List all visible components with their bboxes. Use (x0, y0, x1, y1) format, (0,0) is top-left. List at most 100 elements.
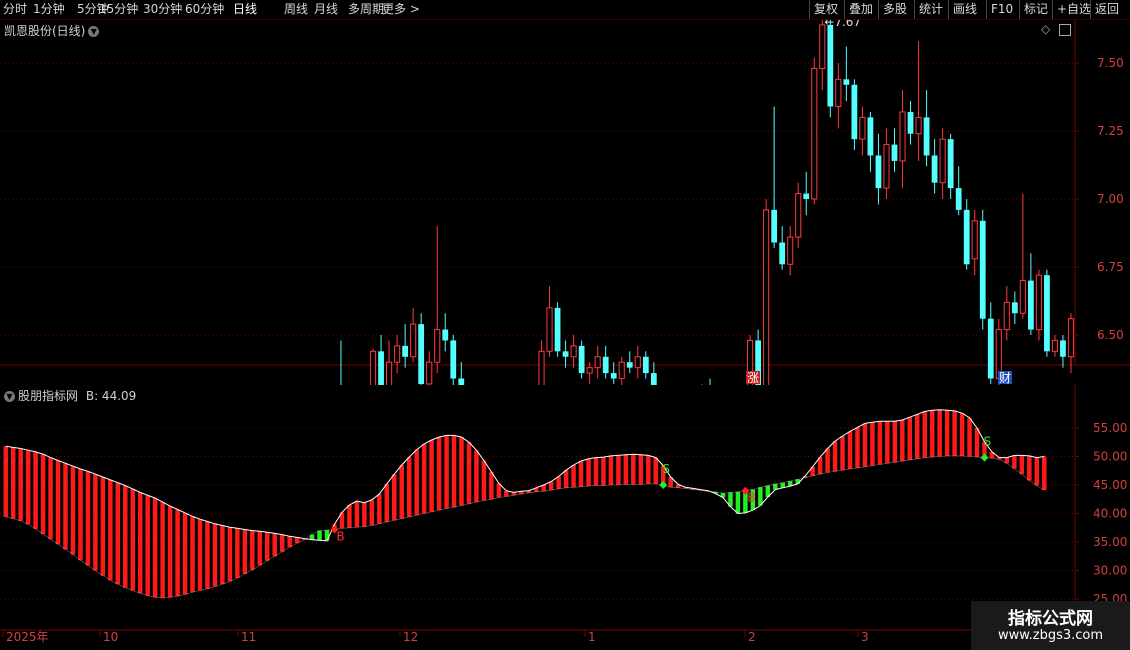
x-tick-label: 11 (241, 630, 256, 644)
period-tab-9[interactable]: 多周期 (348, 1, 384, 18)
indicator-bar (392, 474, 397, 521)
indicator-value: B: 44.09 (85, 389, 137, 403)
period-tab-7[interactable]: 周线 (284, 1, 308, 18)
indicator-bar (287, 536, 292, 548)
period-tab-0[interactable]: 分时 (3, 1, 27, 18)
indicator-bar (773, 483, 778, 490)
candle-body (803, 193, 810, 199)
indicator-bar (451, 435, 457, 508)
diamond-icon[interactable]: ◇ (1041, 22, 1050, 36)
indicator-bar (855, 427, 860, 468)
candle-body (418, 324, 425, 384)
candle-body (867, 117, 874, 156)
indicator-bar (115, 482, 121, 585)
indicator-bar (638, 454, 644, 485)
indicator-bar (959, 413, 965, 456)
indicator-bar (279, 534, 285, 552)
indicator-bar (862, 423, 868, 467)
period-toolbar: 分时 1分钟 5分钟 15分钟 30分钟 60分钟 日线 周线 月线 多周期 更多 > 复权 叠加 多股统… (0, 0, 1130, 20)
toolbar-action-4[interactable]: 画线 (953, 1, 977, 18)
indicator-bar (735, 491, 741, 514)
indicator-bar (593, 457, 599, 486)
period-tab-3[interactable]: 15分钟 (99, 1, 138, 18)
candle-body (1051, 339, 1059, 352)
indicator-title: ▼ 股朋指标网 B: 44.09 (4, 387, 136, 404)
toolbar-action-7[interactable]: +自选 (1057, 1, 1091, 18)
indicator-bar (40, 454, 46, 535)
toolbar-action-8[interactable]: 返回 (1095, 1, 1119, 18)
candle-body (1019, 280, 1026, 314)
x-tick-label: 3 (861, 630, 869, 644)
indicator-bar (108, 479, 113, 581)
candle-body (979, 220, 986, 319)
indicator-bar (653, 457, 658, 484)
toolbar-action-0[interactable]: 复权 (814, 1, 838, 18)
toolbar-action-2[interactable]: 多股 (883, 1, 907, 18)
candle-body (386, 361, 393, 385)
toolbar-action-3[interactable]: 统计 (919, 1, 943, 18)
indicator-bar (646, 455, 651, 484)
candle-body (899, 111, 906, 162)
y-tick-label: 50.00 (1093, 450, 1127, 464)
y-tick-label: 30.00 (1093, 564, 1127, 578)
candle-body (634, 356, 641, 369)
candle-body (1003, 301, 1010, 331)
y-tick-label: 7.25 (1097, 124, 1124, 138)
toolbar-action-1[interactable]: 叠加 (849, 1, 873, 18)
indicator-bar (563, 470, 569, 488)
candle-body (642, 356, 649, 374)
period-tab-5[interactable]: 60分钟 (185, 1, 224, 18)
indicator-bar (601, 457, 606, 486)
period-tab-8[interactable]: 月线 (314, 1, 338, 18)
toolbar-separator (948, 0, 949, 19)
period-tab-10[interactable]: 更多 > (382, 1, 420, 18)
candle-body (1011, 302, 1018, 314)
period-tab-4[interactable]: 30分钟 (143, 1, 182, 18)
indicator-bar (197, 519, 203, 591)
toolbar-separator (844, 0, 845, 19)
chevron-down-icon[interactable]: ▼ (88, 26, 100, 37)
indicator-bar (123, 485, 128, 588)
candle-body (650, 373, 657, 385)
candle-body (410, 323, 417, 358)
candle-body (562, 351, 569, 357)
candle-body (931, 155, 938, 183)
indicator-bar (354, 500, 360, 528)
window-toggle-icon[interactable] (1059, 23, 1072, 36)
indicator-bar (1012, 455, 1017, 469)
candle-body (586, 367, 593, 374)
indicator-bar (907, 417, 913, 460)
indicator-bar (832, 441, 838, 472)
indicator-bar (571, 465, 576, 488)
indicator-bar (227, 527, 233, 582)
y-tick-label: 6.50 (1097, 328, 1124, 342)
chevron-down-icon[interactable]: ▼ (4, 391, 15, 402)
indicator-bar (885, 421, 890, 464)
toolbar-separator (878, 0, 879, 19)
y-tick-label: 7.50 (1097, 56, 1124, 70)
indicator-bar (250, 530, 255, 570)
indicator-bar (586, 458, 591, 487)
toolbar-action-6[interactable]: 标记 (1024, 1, 1048, 18)
toolbar-action-5[interactable]: F10 (991, 1, 1013, 18)
indicator-bar (459, 437, 464, 506)
indicator-bar (952, 410, 957, 456)
indicator-bar (63, 463, 68, 550)
period-tab-6[interactable]: 日线 (233, 1, 257, 18)
main-chart-controls: ◇ (1041, 22, 1072, 36)
indicator-bar (466, 442, 472, 504)
indicator-bar (944, 410, 950, 456)
indicator-bar (847, 431, 853, 470)
indicator-bar (548, 481, 554, 491)
toolbar-separator (809, 0, 810, 19)
candle-body (875, 155, 882, 189)
indicator-bar (242, 529, 248, 574)
indicator-bar (70, 466, 76, 555)
candle-body (578, 345, 585, 374)
candle-body (1027, 280, 1034, 330)
indicator-bar (347, 504, 352, 528)
indicator-bar (974, 428, 980, 458)
indicator-bar (362, 502, 367, 527)
period-tab-1[interactable]: 1分钟 (33, 1, 65, 18)
indicator-bar (967, 417, 972, 457)
